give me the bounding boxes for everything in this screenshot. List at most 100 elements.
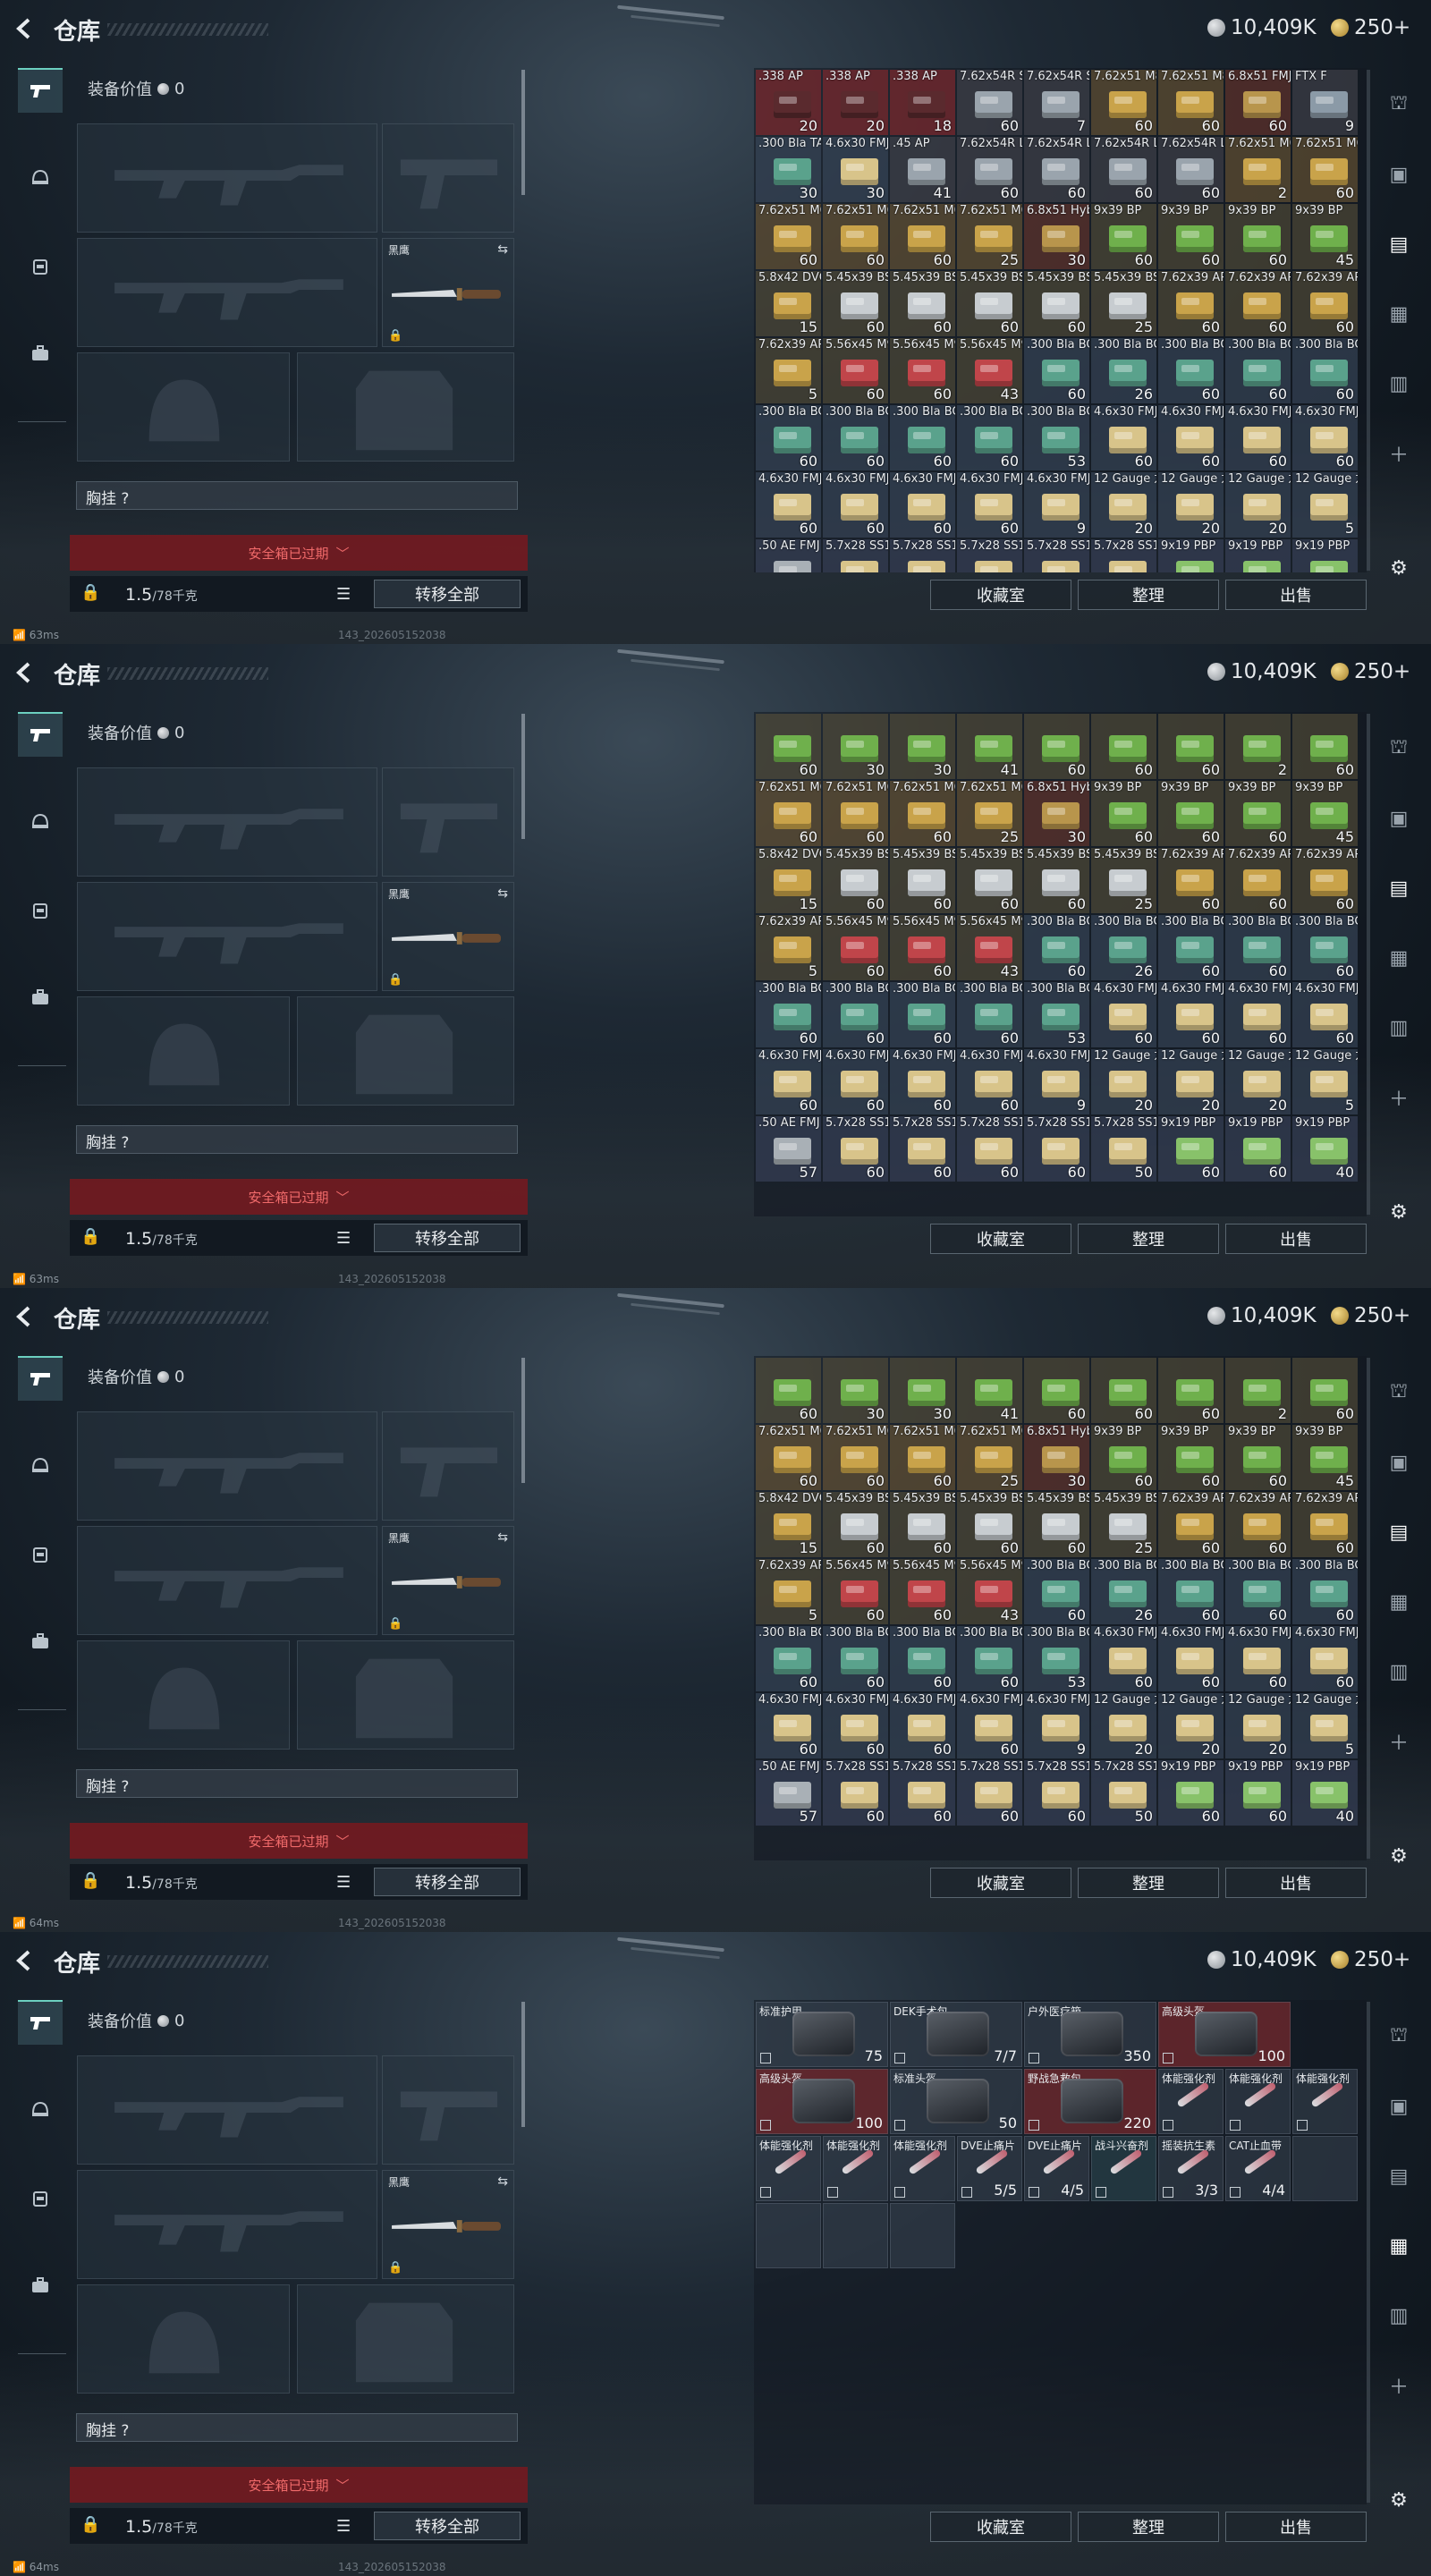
ammo-item[interactable]: 7.62x39 AP 60 <box>1225 1492 1291 1557</box>
ammo-item[interactable]: 7.62x54R SNB7 <box>1024 70 1089 135</box>
ammo-item[interactable]: 9x39 BP 60 <box>1091 781 1156 846</box>
secondary-weapon-slot[interactable] <box>77 882 377 991</box>
sell-button[interactable]: 出售 <box>1225 2512 1367 2542</box>
empty-slot[interactable] <box>823 2203 888 2268</box>
ammo-item[interactable]: .300 Bla BCP-FMJ60 <box>890 405 955 470</box>
transfer-all-button[interactable]: 转移全部 <box>374 2512 521 2540</box>
chest-rig-slot[interactable]: 胸挂 ? <box>76 1769 518 1798</box>
ammo-item[interactable]: .300 Bla BCP-FMJ53 <box>1024 982 1089 1047</box>
ammo-item[interactable]: 9x19 PBP 60 <box>1158 1116 1224 1182</box>
ammo-item[interactable]: 60 <box>1158 1358 1224 1423</box>
ammo-item[interactable]: 5.45x39 BS 60 <box>823 1492 888 1557</box>
ammo-tab-icon[interactable]: ▣ <box>1382 801 1416 835</box>
ammo-item[interactable]: .300 Bla BCP-FMJ60 <box>1225 915 1291 980</box>
loadout-scrollbar[interactable] <box>521 2002 525 2127</box>
list-icon[interactable]: ☰ <box>336 2517 351 2536</box>
pistol-slot[interactable] <box>382 2055 514 2165</box>
ammo-item[interactable]: 4.6x30 FMJ-SX60 <box>823 1049 888 1114</box>
inventory-item[interactable]: 户外医疗箱 350 <box>1024 2002 1156 2067</box>
inventory-item[interactable]: DEK手术包 7/7 <box>890 2002 1022 2067</box>
secondary-weapon-slot[interactable] <box>77 238 377 347</box>
ammo-item[interactable]: 6.8x51 FMJ 60 <box>1225 70 1291 135</box>
ammo-item[interactable]: 5.7x28 SS19060 <box>890 1760 955 1826</box>
ammo-item[interactable]: 9x39 BP 60 <box>1225 1425 1291 1490</box>
ammo-item[interactable]: 4.6x30 FMJ-SX60 <box>957 1049 1022 1114</box>
ammo-item[interactable]: 4.6x30 FMJ-SX60 <box>1292 982 1358 1047</box>
ammo-item[interactable]: 9x39 BP 60 <box>1091 204 1156 269</box>
gear-tab-icon[interactable]: ▥ <box>1382 1011 1416 1045</box>
ammo-item[interactable]: 5.45x39 BS 60 <box>957 1492 1022 1557</box>
melee-slot[interactable]: 黑鹰 ⇆ 🔒 <box>382 2170 514 2279</box>
transfer-all-button[interactable]: 转移全部 <box>374 1224 521 1252</box>
add-item-icon[interactable]: ▦ <box>1382 941 1416 975</box>
ammo-item[interactable]: 30 <box>890 714 955 779</box>
ammo-item[interactable]: 12 Gauge 龙息20 <box>1091 1693 1156 1758</box>
ammo-item[interactable]: 5.45x39 BS 60 <box>890 1492 955 1557</box>
ammo-item[interactable]: 4.6x30 FMJ-SX60 <box>1158 982 1224 1047</box>
ammo-item[interactable]: 9x39 BP 60 <box>1158 204 1224 269</box>
ammo-item[interactable]: 4.6x30 FMJ-SX60 <box>1091 982 1156 1047</box>
ammo-item[interactable]: 5.45x39 BS 25 <box>1091 271 1156 336</box>
gold-currency[interactable]: 250+ <box>1331 1946 1410 1973</box>
ammo-item[interactable]: 9x39 BP 60 <box>1091 1425 1156 1490</box>
ammo-item[interactable]: .300 Bla BCP-FMJ26 <box>1091 1559 1156 1624</box>
ammo-item[interactable]: 9x39 BP 45 <box>1292 1425 1358 1490</box>
ammo-item[interactable]: 5.56x45 M99560 <box>823 915 888 980</box>
ammo-item[interactable]: 5.45x39 BS 60 <box>823 271 888 336</box>
backpack-icon[interactable] <box>18 243 63 288</box>
sort-button[interactable]: 整理 <box>1078 1224 1219 1254</box>
inventory-scrollbar[interactable] <box>1367 70 1370 571</box>
ammo-item[interactable]: 4.6x30 FMJ-SX60 <box>1225 405 1291 470</box>
secondary-weapon-slot[interactable] <box>77 2170 377 2279</box>
ammo-item[interactable]: .300 Bla BCP-FMJ60 <box>1292 1559 1358 1624</box>
helmet-slot[interactable] <box>77 352 290 462</box>
ammo-item[interactable]: .300 Bla BCP-FMJ60 <box>957 1626 1022 1691</box>
ammo-item[interactable]: .300 Bla BCP-FMJ60 <box>1225 338 1291 403</box>
inventory-scrollbar[interactable] <box>1367 714 1370 1215</box>
ammo-item[interactable]: 7.62x54R LPS60 <box>1024 137 1089 202</box>
ammo-item[interactable]: 7.62x51 M6160 <box>823 204 888 269</box>
briefcase-icon[interactable] <box>18 1619 63 1664</box>
ammo-item[interactable]: 4.6x30 FMJ-SX60 <box>1158 405 1224 470</box>
medical-tab-icon[interactable]: ▤ <box>1382 2159 1416 2193</box>
ammo-item[interactable]: 5.7x28 SS19050 <box>1091 1760 1156 1826</box>
ammo-item[interactable]: 5.45x39 BS 60 <box>1024 848 1089 913</box>
gear-tab-icon[interactable]: ▥ <box>1382 1655 1416 1689</box>
ammo-item[interactable]: 7.62x39 AP 60 <box>1225 271 1291 336</box>
pistol-icon[interactable] <box>18 712 63 757</box>
ammo-item[interactable]: .50 AE FMJ <box>756 539 821 572</box>
ammo-tab-icon[interactable]: ▣ <box>1382 157 1416 191</box>
ammo-item[interactable]: 7.62x51 M622 <box>1225 137 1291 202</box>
ammo-item[interactable]: 60 <box>1292 1358 1358 1423</box>
ammo-item[interactable]: 7.62x54R LPS60 <box>1158 137 1224 202</box>
ammo-item[interactable]: 9x39 BP 60 <box>1225 204 1291 269</box>
ammo-item[interactable]: .300 Bla BCP-FMJ60 <box>1292 915 1358 980</box>
safebox-expired-banner[interactable]: 安全箱已过期 ﹀ <box>70 1179 528 1215</box>
ammo-item[interactable]: 5.7x28 SS19060 <box>1024 1760 1089 1826</box>
ammo-item[interactable]: .50 AE FMJ 57 <box>756 1116 821 1182</box>
ammo-item[interactable]: .300 Bla BCP-FMJ53 <box>1024 1626 1089 1691</box>
ammo-item[interactable]: 4.6x30 FMJ-SX9 <box>1024 1693 1089 1758</box>
ammo-item[interactable]: 5.45x39 BS 60 <box>890 271 955 336</box>
inventory-scrollbar[interactable] <box>1367 2002 1370 2503</box>
ammo-item[interactable]: .50 AE FMJ 57 <box>756 1760 821 1826</box>
ammo-item[interactable]: 12 Gauge 龙息20 <box>1158 1049 1224 1114</box>
inventory-item[interactable]: 体能强化剂 <box>823 2136 888 2201</box>
ammo-item[interactable]: 5.7x28 SS190 <box>823 539 888 572</box>
ammo-item[interactable]: 6.8x51 Hybrid30 <box>1024 1425 1089 1490</box>
transfer-all-button[interactable]: 转移全部 <box>374 1868 521 1896</box>
medical-tab-icon[interactable]: ▤ <box>1382 227 1416 261</box>
ammo-item[interactable]: 5.7x28 SS19060 <box>823 1116 888 1182</box>
ammo-item[interactable]: 5.7x28 SS190 <box>1024 539 1089 572</box>
ammo-item[interactable]: 7.62x51 M6160 <box>890 204 955 269</box>
helmet-icon[interactable] <box>18 1444 63 1488</box>
collection-button[interactable]: 收藏室 <box>930 580 1071 610</box>
ammo-item[interactable]: 4.6x30 FMJ-SX60 <box>890 1693 955 1758</box>
melee-slot[interactable]: 黑鹰 ⇆ 🔒 <box>382 882 514 991</box>
ammo-item[interactable]: 5.56x45 M99543 <box>957 1559 1022 1624</box>
ammo-item[interactable]: 5.7x28 SS190 <box>890 539 955 572</box>
ammo-item[interactable]: 60 <box>756 714 821 779</box>
ammo-item[interactable]: 60 <box>1158 714 1224 779</box>
inventory-scrollbar[interactable] <box>1367 1358 1370 1859</box>
ammo-item[interactable]: 5.7x28 SS19050 <box>1091 1116 1156 1182</box>
